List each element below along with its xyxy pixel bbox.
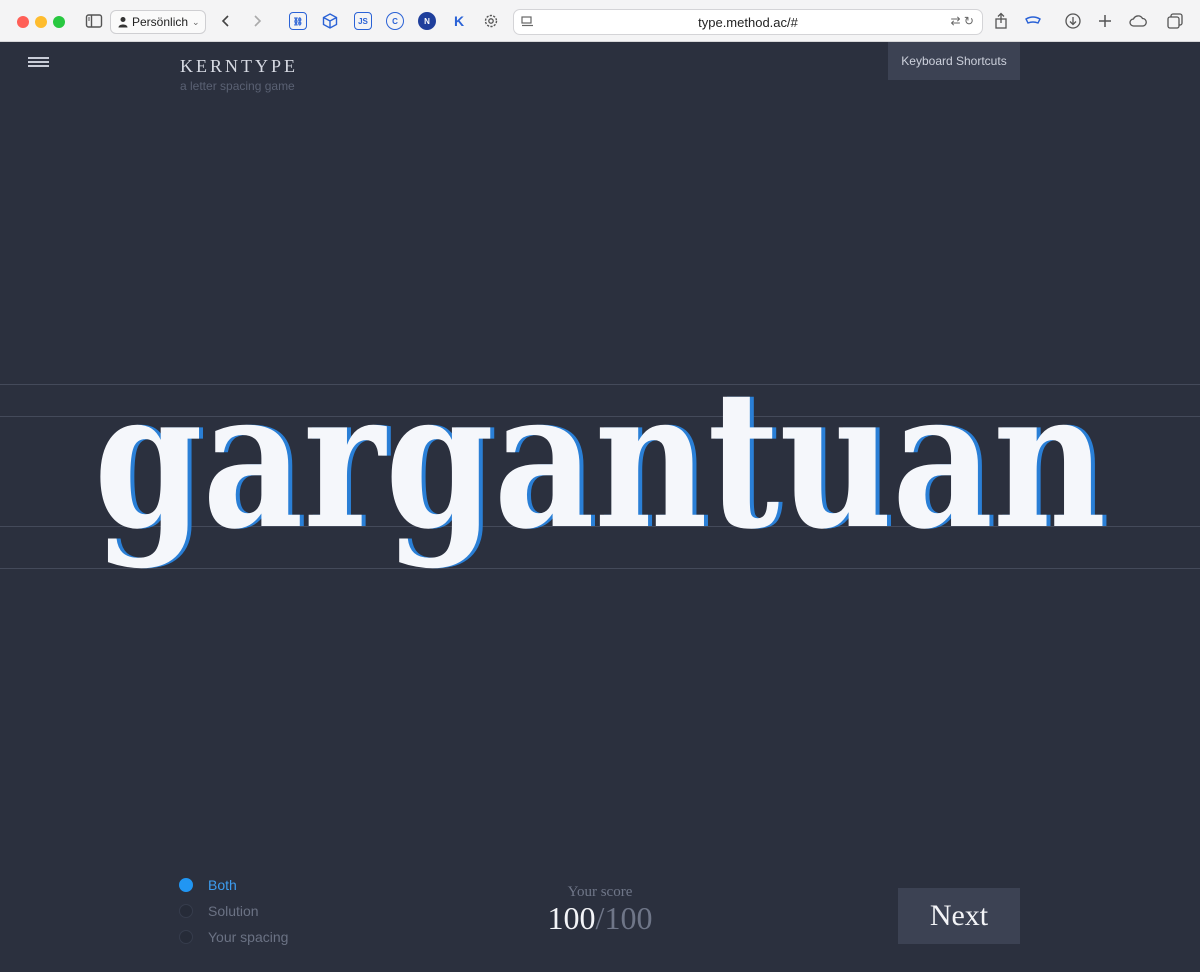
radio-solution[interactable] — [179, 904, 193, 918]
js-icon[interactable]: JS — [354, 12, 372, 30]
cloud-icon[interactable] — [1128, 11, 1148, 31]
chevron-down-icon: ⌄ — [192, 16, 200, 27]
zoom-window-button[interactable] — [53, 16, 65, 28]
new-tab-icon[interactable] — [1095, 11, 1115, 31]
close-window-button[interactable] — [17, 16, 29, 28]
score-value: 100 — [547, 900, 596, 936]
share-icon[interactable] — [991, 11, 1011, 31]
menu-icon[interactable] — [28, 57, 49, 67]
keyboard-shortcuts-button[interactable]: Keyboard Shortcuts — [888, 42, 1020, 80]
score-max: 100 — [604, 900, 653, 936]
person-icon — [118, 17, 128, 28]
tab-overview-icon[interactable] — [1165, 11, 1185, 31]
minimize-window-button[interactable] — [35, 16, 47, 28]
view-option-label: Solution — [208, 903, 259, 919]
tagline: a letter spacing game — [180, 79, 295, 93]
score-label: Your score — [567, 884, 633, 900]
n-badge-icon[interactable]: N — [418, 12, 436, 30]
cube-icon[interactable] — [321, 12, 339, 30]
sidebar-toggle-icon[interactable] — [84, 11, 104, 31]
view-option-solution[interactable]: Solution — [179, 903, 259, 919]
page-menu-icon[interactable] — [521, 15, 535, 29]
gear-icon[interactable] — [481, 11, 501, 31]
score-display: 100/100 — [500, 900, 700, 937]
word-solution: gargantuan — [94, 370, 1106, 571]
browser-toolbar: Persönlich ⌄ ⛓ JS C N K type.method.ac/#… — [0, 0, 1200, 42]
k-icon[interactable]: K — [450, 12, 468, 30]
circle-c-icon[interactable]: C — [386, 12, 404, 30]
profile-label: Persönlich — [132, 15, 189, 29]
translate-reload-icon[interactable]: ⇄ ↻ — [951, 14, 974, 28]
url-text: type.method.ac/# — [698, 14, 798, 30]
forward-icon[interactable] — [247, 11, 267, 31]
view-option-label: Your spacing — [208, 929, 289, 945]
back-icon[interactable] — [216, 11, 236, 31]
address-bar[interactable]: type.method.ac/# ⇄ ↻ — [513, 9, 983, 35]
reader-shield-icon[interactable] — [1023, 11, 1043, 31]
downloads-icon[interactable] — [1063, 11, 1083, 31]
view-option-label: Both — [208, 877, 237, 893]
brand-logo[interactable]: KERNTYPE — [180, 56, 298, 77]
view-option-your-spacing[interactable]: Your spacing — [179, 929, 288, 945]
profile-selector[interactable]: Persönlich ⌄ — [110, 10, 206, 34]
radio-both[interactable] — [179, 878, 193, 892]
link-icon[interactable]: ⛓ — [289, 12, 307, 30]
next-button[interactable]: Next — [898, 888, 1020, 944]
view-option-both[interactable]: Both — [179, 877, 237, 893]
radio-your-spacing[interactable] — [179, 930, 193, 944]
kerning-word[interactable]: gargantuan gargantuan — [0, 370, 1200, 590]
